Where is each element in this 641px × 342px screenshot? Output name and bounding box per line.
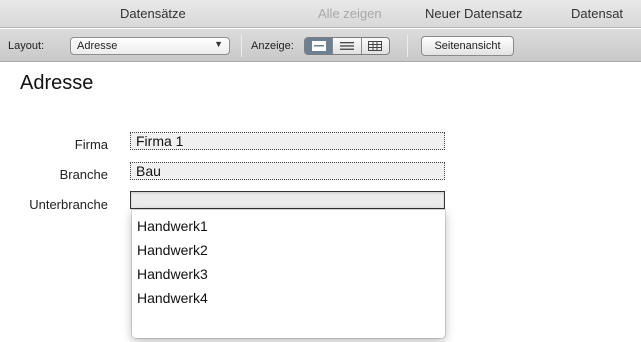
page-view-button[interactable]: Seitenansicht xyxy=(421,36,514,56)
dropdown-option[interactable]: Handwerk2 xyxy=(132,238,445,262)
dropdown-option[interactable]: Handwerk3 xyxy=(132,262,445,286)
field-label-unterbranche: Unterbranche xyxy=(29,197,108,212)
form-view-button[interactable] xyxy=(305,38,334,54)
toolbar-divider xyxy=(241,35,242,57)
new-record-button[interactable]: Neuer Datensatz xyxy=(425,6,523,21)
field-label-firma: Firma xyxy=(74,137,108,152)
records-label: Datensätze xyxy=(120,6,186,21)
layout-label: Layout: xyxy=(8,40,45,52)
value-list-dropdown: Handwerk1 Handwerk2 Handwerk3 Handwerk4 xyxy=(132,210,445,338)
view-mode-control xyxy=(304,37,390,55)
layout-select[interactable]: Adresse ▼ xyxy=(70,37,230,55)
chevron-down-icon: ▼ xyxy=(214,39,223,49)
firma-field[interactable]: Firma 1 xyxy=(130,132,445,150)
status-toolbar: Datensätze Alle zeigen Neuer Datensatz D… xyxy=(0,0,641,28)
field-label-branche: Branche xyxy=(59,167,108,182)
page-title: Adresse xyxy=(20,72,94,94)
layout-bar: Layout: Adresse ▼ Anzeige: Seitenansicht xyxy=(0,29,641,62)
list-view-button[interactable] xyxy=(333,38,362,54)
branche-field[interactable]: Bau xyxy=(130,162,445,180)
show-all-button[interactable]: Alle zeigen xyxy=(318,6,382,21)
view-label: Anzeige: xyxy=(251,40,294,52)
unterbranche-field[interactable] xyxy=(130,191,445,209)
form-view-icon xyxy=(311,41,326,51)
toolbar-divider xyxy=(407,35,408,57)
table-view-button[interactable] xyxy=(362,38,389,54)
dropdown-option[interactable]: Handwerk4 xyxy=(132,286,445,310)
layout-select-value: Adresse xyxy=(77,40,118,52)
list-view-icon xyxy=(339,42,354,50)
table-view-icon xyxy=(368,41,383,51)
delete-record-button[interactable]: Datensat xyxy=(571,6,623,21)
dropdown-option[interactable]: Handwerk1 xyxy=(132,214,445,238)
